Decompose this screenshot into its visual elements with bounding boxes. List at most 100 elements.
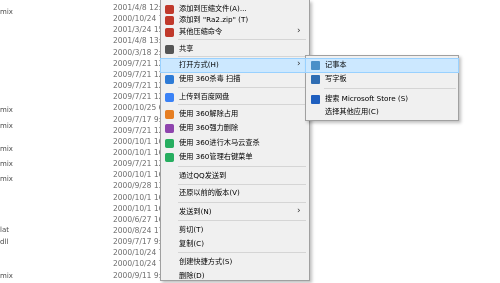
file-modified-date: 2000/10/1 16: — [113, 136, 166, 146]
file-name-fragment[interactable]: mix — [0, 160, 13, 168]
menu-separator — [178, 56, 306, 57]
file-name-fragment[interactable]: mix — [0, 122, 13, 130]
menu-item-3[interactable]: 共享 — [161, 43, 309, 56]
file-modified-date: 2009/7/17 9: — [113, 237, 162, 247]
file-modified-date: 2009/7/21 12: — [113, 125, 166, 135]
menu-item-label: 发送到(N) — [179, 207, 212, 216]
file-modified-date: 2000/8/24 17: — [113, 226, 166, 235]
file-list-names-column: mix mix mix mix mix mix lat dll mix — [0, 0, 40, 280]
submenu-item-2[interactable]: 搜索 Microsoft Store (S) — [306, 93, 458, 106]
file-modified-date: 2000/10/1 16: — [113, 170, 166, 180]
menu-item-17[interactable]: 删除(D) — [161, 270, 309, 283]
menu-item-label: 使用 360强力删除 — [179, 123, 239, 132]
menu-item-12[interactable]: 还原以前的版本(V) — [161, 187, 309, 200]
file-modified-date: 2000/9/11 9: — [113, 270, 162, 280]
chevron-right-icon: › — [297, 206, 301, 216]
file-name-fragment[interactable]: mix — [0, 175, 13, 183]
menu-item-label: 使用 360解除占用 — [179, 109, 239, 118]
menu-item-10[interactable]: 使用 360管理右键菜单 — [161, 151, 309, 164]
file-modified-date: 2000/10/25 6: — [113, 103, 166, 113]
file-name-fragment[interactable]: mix — [0, 8, 13, 16]
file-modified-date: 2009/7/21 12: — [113, 92, 166, 102]
menu-item-11[interactable]: 通过QQ发送到 — [161, 170, 309, 183]
menu-item-9[interactable]: 使用 360进行木马云查杀 — [161, 137, 309, 150]
file-modified-date: 2000/3/18 2: — [113, 47, 162, 57]
file-modified-date: 2009/7/21 12: — [113, 58, 166, 68]
submenu-item-1[interactable]: 写字板 — [306, 73, 458, 86]
menu-item-label: 上传到百度网盘 — [179, 92, 230, 101]
file-name-fragment[interactable]: mix — [0, 106, 13, 114]
file-name-fragment[interactable]: dll — [0, 238, 8, 246]
menu-item-2[interactable]: 其他压缩命令 › — [161, 26, 309, 39]
menu-item-label: 添加到压缩文件(A)... — [179, 4, 247, 13]
menu-item-label: 复制(C) — [179, 239, 205, 248]
file-modified-date: 2009/7/21 12: — [113, 69, 166, 79]
file-modified-date: 2000/10/24 7: — [113, 248, 166, 258]
file-modified-date: 2001/3/24 15: — [113, 25, 166, 35]
menu-item-14[interactable]: 剪切(T) — [161, 224, 309, 237]
file-modified-date: 2001/4/8 12: — [113, 3, 162, 12]
360-shield-icon — [165, 139, 174, 148]
menu-separator — [178, 104, 306, 105]
submenu-item-3[interactable]: 选择其他应用(C) — [306, 106, 458, 119]
baidu-netdisk-icon — [165, 93, 174, 102]
menu-item-7[interactable]: 使用 360解除占用 — [161, 108, 309, 121]
menu-separator — [324, 88, 456, 89]
360-unlock-icon — [165, 110, 174, 119]
file-modified-date: 2009/7/17 9: — [113, 114, 162, 124]
menu-item-label: 其他压缩命令 — [179, 27, 223, 36]
winrar-icon — [165, 5, 174, 14]
submenu-item-label: 选择其他应用(C) — [325, 107, 379, 116]
menu-separator — [178, 252, 306, 253]
file-modified-date: 2000/10/1 16: — [113, 147, 166, 157]
menu-item-label: 通过QQ发送到 — [179, 171, 227, 180]
menu-separator — [178, 39, 306, 40]
file-name-fragment[interactable]: lat — [0, 226, 9, 234]
menu-item-label: 剪切(T) — [179, 225, 204, 234]
360-shield-icon — [165, 153, 174, 162]
file-name-fragment[interactable]: mix — [0, 272, 13, 280]
file-modified-date: 2000/10/24 7: — [113, 259, 166, 269]
menu-item-8[interactable]: 使用 360强力删除 — [161, 122, 309, 135]
menu-item-13[interactable]: 发送到(N) › — [161, 206, 309, 219]
menu-item-label: 共享 — [179, 44, 194, 53]
chevron-right-icon: › — [297, 26, 301, 36]
file-modified-date: 2009/7/21 12: — [113, 159, 166, 169]
menu-separator — [178, 87, 306, 88]
360-antivirus-icon — [165, 75, 174, 84]
file-modified-date: 2009/7/21 12: — [113, 81, 166, 91]
context-menu: 添加到压缩文件(A)... 添加到 "Ra2.zip" (T) 其他压缩命令 › 共享打… — [160, 0, 310, 281]
menu-item-16[interactable]: 创建快捷方式(S) — [161, 256, 309, 269]
menu-item-label: 打开方式(H) — [179, 60, 219, 69]
notepad-icon — [311, 61, 320, 70]
file-modified-date: 2001/4/8 13: — [113, 36, 162, 46]
menu-separator — [178, 202, 306, 203]
menu-item-label: 还原以前的版本(V) — [179, 188, 240, 197]
menu-separator — [178, 220, 306, 221]
chevron-right-icon: › — [297, 59, 301, 69]
menu-item-label: 使用 360进行木马云查杀 — [179, 138, 260, 147]
submenu-item-label: 记事本 — [325, 60, 347, 69]
file-modified-date: 2000/9/28 13: — [113, 181, 166, 191]
menu-item-label: 使用 360管理右键菜单 — [179, 152, 253, 161]
menu-item-6[interactable]: 上传到百度网盘 — [161, 91, 309, 104]
submenu-item-label: 写字板 — [325, 74, 347, 83]
file-modified-date: 2000/10/24 7: — [113, 14, 166, 24]
menu-separator — [178, 184, 306, 185]
winrar-icon — [165, 28, 174, 37]
menu-item-label: 添加到 "Ra2.zip" (T) — [179, 15, 249, 24]
menu-item-15[interactable]: 复制(C) — [161, 238, 309, 251]
file-modified-date: 2000/10/1 16: — [113, 203, 166, 213]
menu-item-5[interactable]: 使用 360杀毒 扫描 — [161, 73, 309, 86]
menu-separator — [178, 166, 306, 167]
submenu-item-0[interactable]: 记事本 — [305, 58, 459, 73]
submenu-item-label: 搜索 Microsoft Store (S) — [325, 94, 409, 103]
share-icon — [165, 45, 174, 54]
menu-item-label: 创建快捷方式(S) — [179, 257, 233, 266]
menu-item-label: 使用 360杀毒 扫描 — [179, 74, 241, 83]
file-name-fragment[interactable]: mix — [0, 145, 13, 153]
menu-item-4[interactable]: 打开方式(H) › — [160, 58, 310, 73]
file-modified-date: 2000/10/1 16: — [113, 192, 166, 202]
open-with-submenu: 记事本写字板搜索 Microsoft Store (S) 选择其他应用(C) — [305, 55, 459, 121]
360-delete-icon — [165, 124, 174, 133]
